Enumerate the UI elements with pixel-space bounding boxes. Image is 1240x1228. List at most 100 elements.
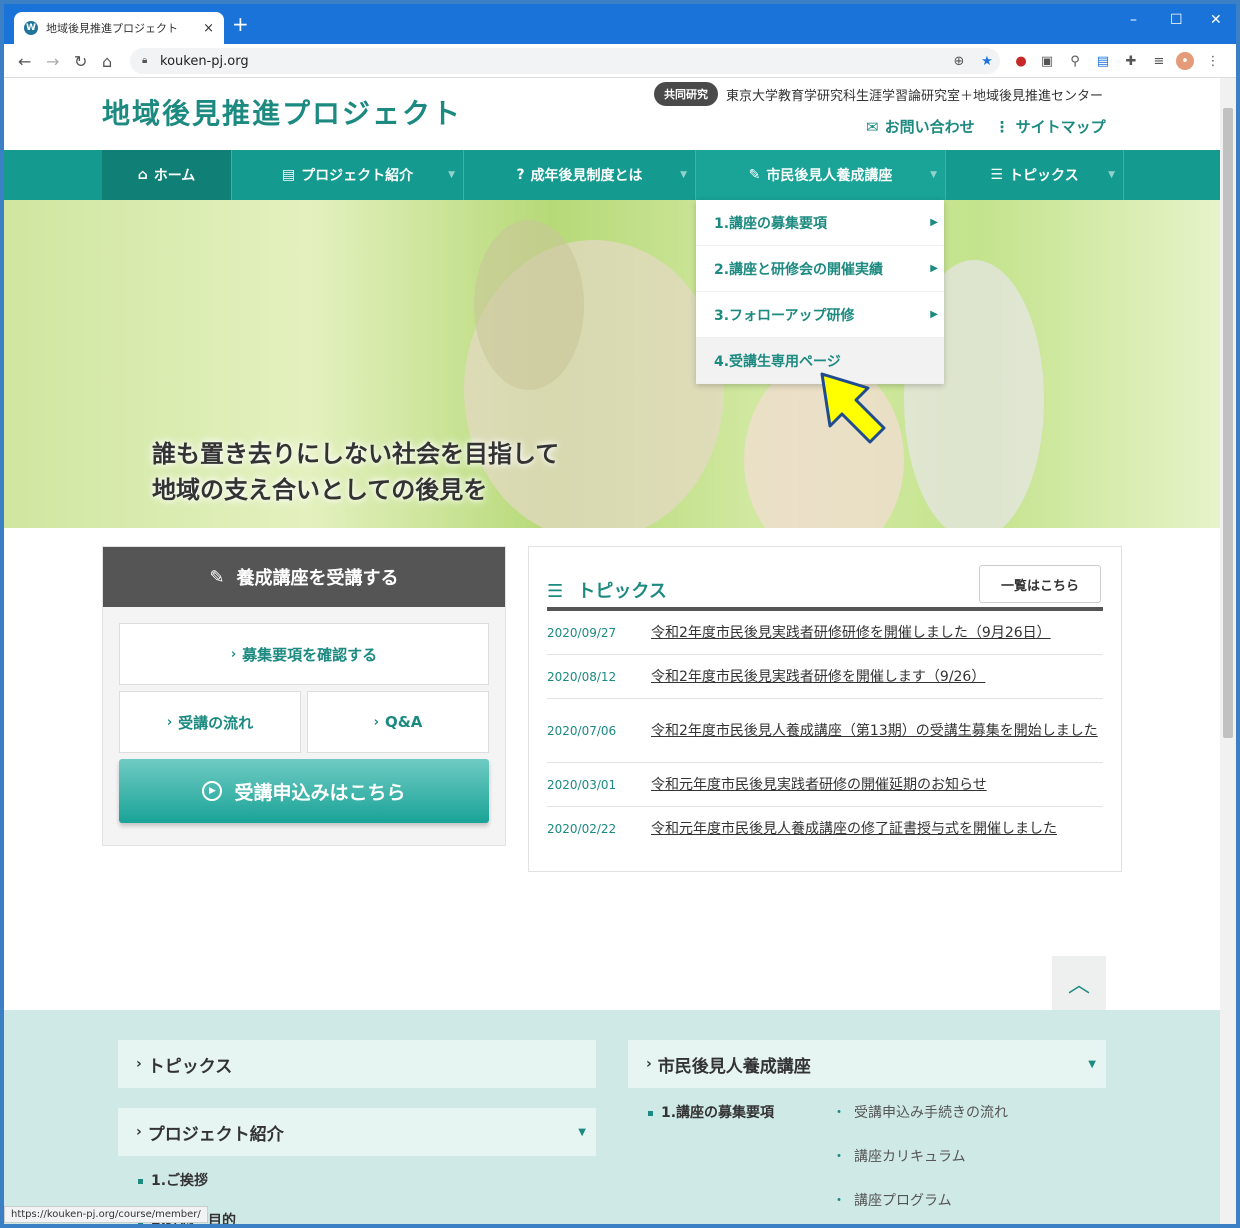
news-link[interactable]: 令和元年度市民後見人養成講座の修了証書授与式を開催しました: [651, 819, 1103, 839]
chevron-down-icon: ▼: [680, 170, 687, 180]
back-to-top-button[interactable]: ︿: [1052, 956, 1106, 1010]
scrollbar-thumb[interactable]: [1223, 108, 1233, 738]
profile-avatar[interactable]: •: [1176, 52, 1194, 70]
home-icon[interactable]: ⌂: [102, 52, 112, 71]
hero-line-2: 地域の支え合いとしての後見を: [152, 476, 488, 504]
course-flow-button[interactable]: › 受講の流れ: [119, 691, 301, 753]
menu-item-followup[interactable]: 3.フォローアップ研修 ▶: [696, 292, 944, 338]
news-link[interactable]: 令和2年度市民後見人養成講座（第13期）の受講生募集を開始しました: [651, 721, 1103, 741]
caret-right-icon: ▶: [930, 217, 938, 228]
footer-link-label: 講座プログラム: [854, 1193, 952, 1209]
nav-course[interactable]: ✎ 市民後見人養成講座 ▼: [696, 150, 946, 200]
scrollbar[interactable]: [1220, 78, 1236, 1224]
recruitment-button[interactable]: › 募集要項を確認する: [119, 623, 489, 685]
footer-course-item[interactable]: ・受講申込み手続きの流れ: [832, 1102, 1008, 1122]
footer-course-item[interactable]: ・講座カリキュラム: [832, 1146, 966, 1166]
forward-icon[interactable]: →: [46, 52, 59, 71]
url-bar[interactable]: 🔒︎ kouken-pj.org: [130, 48, 1000, 74]
url-text: kouken-pj.org: [160, 53, 249, 69]
collab-badge: 共同研究: [654, 82, 718, 106]
menu-item-label: 3.フォローアップ研修: [714, 307, 855, 324]
pencil-icon: ✎: [209, 566, 225, 588]
chevron-right-icon: ›: [136, 1056, 142, 1072]
browser-tab[interactable]: W 地域後見推進プロジェクト ×: [14, 12, 224, 44]
news-date: 2020/02/22: [547, 822, 617, 836]
chevron-right-icon: ›: [230, 646, 237, 662]
apply-button[interactable]: ▶ 受講申込みはこちら: [119, 759, 489, 823]
menu-item-label: 4.受講生専用ページ: [714, 353, 841, 370]
menu-item-recruitment[interactable]: 1.講座の募集要項 ▶: [696, 200, 944, 246]
nav-project[interactable]: ▤ プロジェクト紹介 ▼: [232, 150, 464, 200]
zoom-icon[interactable]: ⊕: [950, 52, 968, 70]
contact-label: お問い合わせ: [884, 118, 975, 136]
news-date: 2020/03/01: [547, 777, 617, 792]
header-links: ✉ お問い合わせ ⋮ サイトマップ: [866, 116, 1106, 137]
news-link[interactable]: 令和元年度市民後見実践者研修の開催延期のお知らせ: [651, 775, 1103, 795]
collab-text: 東京大学教育学研究科生涯学習論研究室＋地域後見推進センター: [726, 88, 1104, 104]
news-row: 2020/08/12 令和2年度市民後見実践者研修を開催します（9/26）: [547, 655, 1103, 699]
footer-topics[interactable]: › トピックス: [118, 1040, 596, 1088]
maximize-button[interactable]: ☐: [1170, 12, 1183, 28]
nav-system[interactable]: ? 成年後見制度とは ▼: [464, 150, 696, 200]
course-panel: ✎ 養成講座を受講する › 募集要項を確認する › 受講の流れ › Q&A ▶ …: [102, 546, 506, 846]
site-title[interactable]: 地域後見推進プロジェクト: [102, 92, 462, 132]
nav-home[interactable]: ⌂ ホーム: [102, 150, 232, 200]
tab-bar: W 地域後見推進プロジェクト × + – ☐ ✕: [4, 4, 1236, 44]
footer-course[interactable]: › 市民後見人養成講座 ▼: [628, 1040, 1106, 1088]
nav-home-label: ホーム: [153, 168, 196, 184]
extensions-puzzle-icon[interactable]: ✚: [1122, 52, 1140, 70]
course-heading-label: 養成講座を受講する: [236, 568, 399, 589]
sitemap-link[interactable]: ⋮ サイトマップ: [995, 116, 1106, 137]
footer-course-item[interactable]: ・講座プログラム: [832, 1190, 952, 1210]
course-flow-label: 受講の流れ: [178, 713, 254, 732]
chevron-down-icon: ▼: [1088, 1058, 1096, 1070]
topics-panel: ☰ トピックス 一覧はこちら 2020/09/27 令和2年度市民後見実践者研修…: [528, 546, 1122, 872]
hero-image: 誰も置き去りにしない社会を目指して 地域の支え合いとしての後見を: [4, 200, 1220, 528]
footer-topics-label: トピックス: [147, 1056, 233, 1077]
news-link[interactable]: 令和2年度市民後見実践者研修研修を開催しました（9月26日）: [651, 623, 1103, 643]
qa-button[interactable]: › Q&A: [307, 691, 489, 753]
footer-sitemap: › トピックス › プロジェクト紹介 ▼ 1.ご挨拶 2.理念・目的 › 市民後…: [4, 1010, 1220, 1224]
minimize-button[interactable]: –: [1130, 12, 1137, 28]
footer-project-sub1[interactable]: 1.ご挨拶: [138, 1170, 208, 1190]
new-tab-button[interactable]: +: [232, 14, 249, 34]
reload-icon[interactable]: ↻: [74, 52, 87, 71]
chevron-right-icon: ›: [373, 714, 379, 730]
annotation-arrow-icon: [820, 372, 886, 444]
tab-title: 地域後見推進プロジェクト: [46, 22, 178, 35]
view-all-button[interactable]: 一覧はこちら: [979, 565, 1101, 603]
footer-link-label: 講座カリキュラム: [854, 1149, 966, 1165]
nav-topics[interactable]: ☰ トピックス ▼: [946, 150, 1124, 200]
adblock-icon[interactable]: ●: [1012, 52, 1030, 70]
bullet-square: [138, 1178, 143, 1184]
pencil-icon: ✎: [748, 167, 761, 183]
download-extension-icon[interactable]: ▣: [1038, 52, 1056, 70]
footer-project[interactable]: › プロジェクト紹介 ▼: [118, 1108, 596, 1156]
footer-course-sub1[interactable]: 1.講座の募集要項: [648, 1102, 774, 1122]
reading-list-icon[interactable]: ≡: [1150, 52, 1168, 70]
tab-close-icon[interactable]: ×: [203, 21, 214, 36]
question-icon: ?: [516, 167, 525, 183]
screenshot-extension-icon[interactable]: ▤: [1094, 52, 1112, 70]
footer-link-label: 受講申込み手続きの流れ: [854, 1105, 1008, 1121]
contact-link[interactable]: ✉ お問い合わせ: [866, 116, 975, 137]
mail-icon: ✉: [866, 118, 879, 136]
bookmark-star-icon[interactable]: ★: [978, 52, 996, 70]
menu-item-results[interactable]: 2.講座と研修会の開催実績 ▶: [696, 246, 944, 292]
nav-system-label: 成年後見制度とは: [530, 168, 643, 184]
news-row: 2020/03/01 令和元年度市民後見実践者研修の開催延期のお知らせ: [547, 763, 1103, 807]
search-extension-icon[interactable]: ⚲: [1066, 52, 1084, 70]
chevron-up-icon: ︿: [1067, 973, 1090, 998]
footer-link-label: 1.講座の募集要項: [661, 1105, 775, 1121]
wordpress-icon: W: [24, 21, 38, 35]
news-link[interactable]: 令和2年度市民後見実践者研修を開催します（9/26）: [651, 667, 1103, 687]
news-row: 2020/07/06 令和2年度市民後見人養成講座（第13期）の受講生募集を開始…: [547, 699, 1103, 763]
chevron-right-icon: ›: [646, 1056, 652, 1072]
menu-icon[interactable]: ⋮: [1204, 52, 1222, 70]
news-row: 2020/09/27 令和2年度市民後見実践者研修研修を開催しました（9月26日…: [547, 611, 1103, 655]
close-window-button[interactable]: ✕: [1210, 12, 1222, 28]
caret-right-icon: ▶: [930, 263, 938, 274]
collaboration-info: 共同研究 東京大学教育学研究科生涯学習論研究室＋地域後見推進センター: [654, 82, 1103, 106]
back-icon[interactable]: ←: [18, 52, 31, 71]
news-date: 2020/09/27: [547, 625, 617, 640]
